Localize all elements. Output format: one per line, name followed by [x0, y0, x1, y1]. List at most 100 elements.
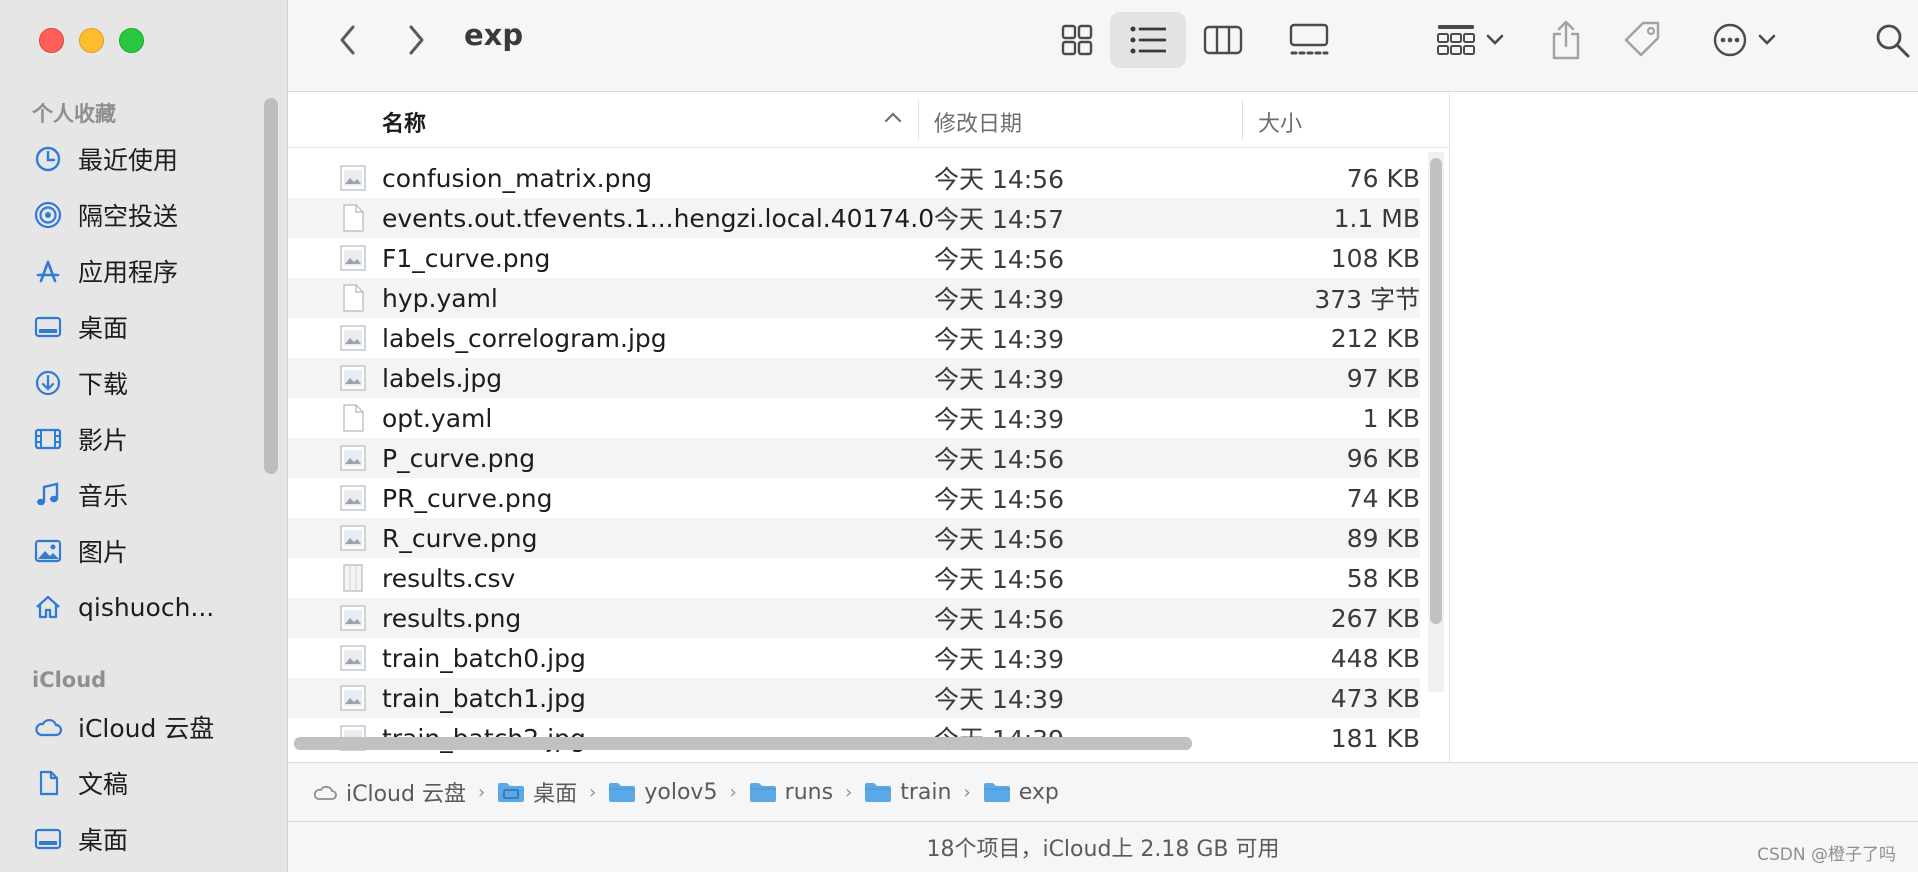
watermark: CSDN @橙子了吗 [1757, 845, 1896, 865]
path-crumb[interactable]: train [864, 780, 951, 805]
path-crumb[interactable]: iCloud 云盘 [312, 776, 466, 808]
file-rows: confusion_matrix.png 今天 14:56 76 KB events.… [288, 158, 1420, 758]
file-row[interactable]: results.csv 今天 14:56 58 KB [288, 558, 1420, 598]
status-text: 18个项目，iCloud上 2.18 GB 可用 [926, 837, 1280, 862]
file-date: 今天 14:56 [934, 485, 1064, 514]
file-row[interactable]: opt.yaml 今天 14:39 1 KB [288, 398, 1420, 438]
sidebar-item-label: 文稿 [78, 770, 129, 799]
vertical-scrollbar[interactable] [1428, 152, 1444, 692]
toolbar: exp [288, 0, 1918, 92]
column-header-date[interactable]: 修改日期 [934, 106, 1022, 138]
file-row[interactable]: events.out.tfevents.1...hengzi.local.401… [288, 198, 1420, 238]
file-row[interactable]: PR_curve.png 今天 14:56 74 KB [288, 478, 1420, 518]
file-row[interactable]: labels.jpg 今天 14:39 97 KB [288, 358, 1420, 398]
horizontal-scrollbar[interactable] [288, 734, 1449, 752]
horizontal-scroll-thumb[interactable] [294, 737, 1192, 750]
sidebar-item-label: 桌面 [78, 826, 129, 855]
sidebar-item-icloud-desktop[interactable]: 桌面 [32, 814, 128, 864]
path-crumb[interactable]: 桌面 [497, 776, 577, 808]
sidebar-item-label: 桌面 [78, 314, 129, 343]
sidebar-item-recents[interactable]: 最近使用 [32, 134, 178, 184]
close-window-button[interactable] [39, 28, 64, 53]
tag-button[interactable] [1618, 14, 1668, 66]
back-button[interactable] [328, 20, 368, 60]
home-icon [32, 591, 64, 623]
sidebar-item-label: 下载 [78, 370, 129, 399]
share-button[interactable] [1544, 14, 1588, 66]
path-crumb-label: yolov5 [644, 779, 718, 805]
file-row[interactable]: hyp.yaml 今天 14:39 373 字节 [288, 278, 1420, 318]
path-crumb-label: runs [784, 779, 834, 805]
file-row[interactable]: results.png 今天 14:56 267 KB [288, 598, 1420, 638]
file-name: results.csv [382, 563, 516, 593]
image-thumb-icon [340, 604, 366, 632]
sidebar-item-movies[interactable]: 影片 [32, 414, 128, 464]
chevron-down-icon [1486, 34, 1504, 45]
file-row[interactable]: train_batch0.jpg 今天 14:39 448 KB [288, 638, 1420, 678]
image-thumb-icon [340, 644, 366, 672]
tag-icon [1624, 21, 1660, 57]
forward-button[interactable] [396, 20, 436, 60]
chevron-left-icon [340, 25, 355, 55]
file-date: 今天 14:39 [934, 685, 1064, 714]
gallery-view-button[interactable] [1282, 14, 1336, 66]
sidebar-item-desktop[interactable]: 桌面 [32, 302, 128, 352]
file-date: 今天 14:56 [934, 525, 1064, 554]
file-row[interactable]: confusion_matrix.png 今天 14:56 76 KB [288, 158, 1420, 198]
column-divider[interactable] [918, 100, 919, 140]
more-actions-button[interactable] [1704, 14, 1784, 66]
file-row[interactable]: R_curve.png 今天 14:56 89 KB [288, 518, 1420, 558]
file-row[interactable]: labels_correlogram.jpg 今天 14:39 212 KB [288, 318, 1420, 358]
column-divider[interactable] [1242, 100, 1243, 140]
minimize-window-button[interactable] [79, 28, 104, 53]
sidebar-item-label: iCloud 云盘 [78, 714, 215, 743]
file-size: 212 KB [1330, 323, 1420, 353]
file-size: 1 KB [1362, 403, 1420, 433]
path-crumb[interactable]: exp [983, 780, 1059, 805]
file-row[interactable]: train_batch1.jpg 今天 14:39 473 KB [288, 678, 1420, 718]
icon-view-button[interactable] [1052, 14, 1102, 66]
file-name: labels.jpg [382, 363, 503, 393]
favorites-header: 个人收藏 [32, 102, 116, 126]
sort-ascending-icon[interactable] [884, 110, 902, 124]
file-name: R_curve.png [382, 523, 538, 553]
sidebar: 个人收藏 最近使用 隔空投送 应用程序 桌面 下载 影片 音乐 图片 qishu… [0, 0, 288, 872]
sidebar-item-music[interactable]: 音乐 [32, 470, 128, 520]
column-header-name[interactable]: 名称 [382, 106, 426, 138]
path-crumb[interactable]: yolov5 [608, 780, 717, 805]
chevron-down-icon [1758, 34, 1776, 45]
blank-document-icon [340, 404, 366, 432]
search-button[interactable] [1870, 14, 1914, 66]
file-name: events.out.tfevents.1...hengzi.local.401… [382, 203, 935, 233]
column-view-button[interactable] [1196, 14, 1250, 66]
sidebar-item-home[interactable]: qishuoch... [32, 582, 214, 632]
applications-icon [32, 255, 64, 287]
blank-document-icon [340, 284, 366, 312]
vertical-scroll-thumb[interactable] [1430, 158, 1442, 624]
file-name: opt.yaml [382, 403, 493, 433]
sidebar-item-airdrop[interactable]: 隔空投送 [32, 190, 178, 240]
airdrop-icon [32, 199, 64, 231]
sidebar-item-downloads[interactable]: 下载 [32, 358, 128, 408]
sidebar-item-applications[interactable]: 应用程序 [32, 246, 178, 296]
file-name: P_curve.png [382, 443, 536, 473]
file-row[interactable]: P_curve.png 今天 14:56 96 KB [288, 438, 1420, 478]
desktop-icon [32, 311, 64, 343]
blank-document-icon [340, 204, 366, 232]
sidebar-item-pictures[interactable]: 图片 [32, 526, 128, 576]
zoom-window-button[interactable] [119, 28, 144, 53]
column-header-size[interactable]: 大小 [1258, 106, 1302, 138]
sidebar-item-documents[interactable]: 文稿 [32, 758, 128, 808]
file-size: 96 KB [1346, 443, 1420, 473]
file-row[interactable]: F1_curve.png 今天 14:56 108 KB [288, 238, 1420, 278]
image-thumb-icon [340, 364, 366, 392]
file-size: 1.1 MB [1333, 203, 1420, 233]
path-crumb[interactable]: runs [749, 780, 833, 805]
list-view-button[interactable] [1110, 12, 1186, 68]
sidebar-item-icloud-drive[interactable]: iCloud 云盘 [32, 702, 214, 752]
chevron-right-icon: › [729, 781, 737, 803]
group-by-button[interactable] [1430, 14, 1510, 66]
sidebar-scrollbar[interactable] [264, 98, 278, 474]
folder-icon [608, 781, 636, 803]
cloud-icon [32, 711, 64, 743]
